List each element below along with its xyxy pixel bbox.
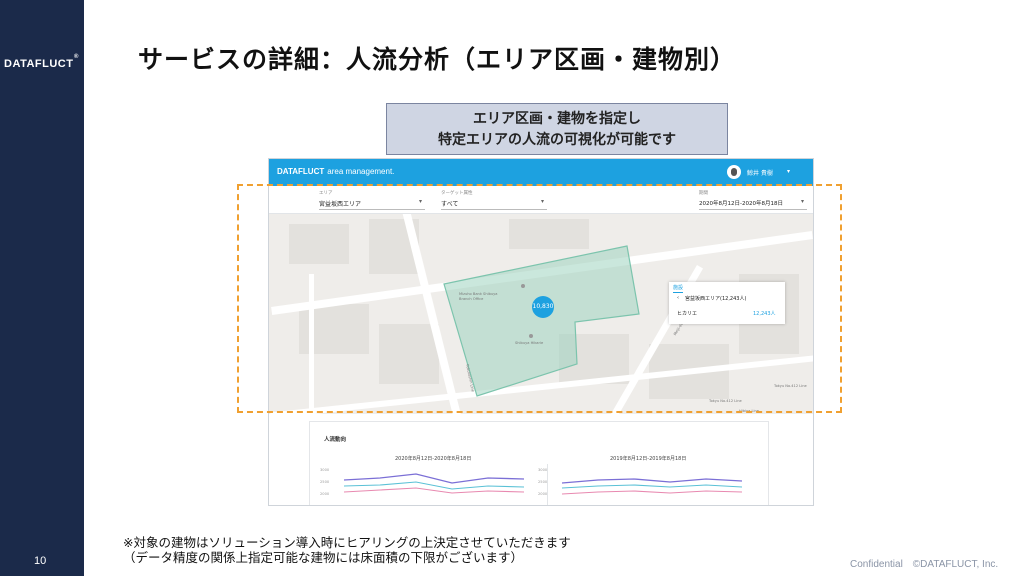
app-logo-brand: DATAFLUCT (277, 167, 325, 176)
logo-text: DATAFLUCT (4, 58, 74, 70)
trend-line-left-purple (343, 473, 525, 484)
confidential-label: Confidential ©DATAFLUCT, Inc. (850, 559, 999, 570)
highlight-frame (237, 184, 842, 413)
callout-line-1: エリア区画・建物を指定し (473, 111, 641, 127)
footnote: ※対象の建物はソリューション導入時にヒアリングの上決定させていただきます （デー… (123, 535, 571, 565)
footnote-line-1: ※対象の建物はソリューション導入時にヒアリングの上決定させていただきます (123, 535, 571, 550)
user-avatar[interactable] (727, 165, 741, 179)
y-tick-label: 2000 (320, 492, 330, 496)
y-tick-label: 2500 (320, 480, 330, 484)
callout-box: エリア区画・建物を指定し 特定エリアの人流の可視化が可能です (386, 103, 728, 155)
people-trend-section: 人流動向 2020年8月12日-2020年8月18日 2019年8月12日-20… (309, 421, 769, 505)
trend-line-right-teal (561, 484, 743, 489)
logo-trademark: ® (74, 54, 79, 60)
user-name[interactable]: 鯨井 貴樹 (747, 168, 773, 177)
dataflut-logo: DATAFLUCT ® (0, 50, 84, 76)
y-tick-label: 3000 (538, 468, 548, 472)
app-header: DATAFLUCT area management. 鯨井 貴樹 ▾ (269, 159, 813, 186)
user-menu-chevron-down-icon[interactable]: ▾ (787, 168, 790, 175)
page-number: 10 (34, 555, 47, 567)
y-tick-label: 2500 (538, 480, 548, 484)
footnote-line-2: （データ精度の関係上指定可能な建物には床面積の下限がございます） (123, 550, 524, 565)
trend-line-right-purple (561, 478, 743, 484)
app-logo[interactable]: DATAFLUCT area management. (277, 167, 394, 176)
callout-line-2: 特定エリアの人流の可視化が可能です (438, 132, 676, 148)
trend-line-left-pink (343, 487, 525, 494)
trend-line-left-teal (343, 481, 525, 490)
slide-title: サービスの詳細：人流分析（エリア区画・建物別） (138, 45, 737, 74)
y-tick-label: 3000 (320, 468, 330, 472)
slide-sidebar: DATAFLUCT ® 10 (0, 0, 84, 576)
trend-line-charts: 3000 2500 2000 3000 2500 2000 (320, 468, 743, 496)
trend-line-right-pink (561, 490, 743, 495)
y-tick-label: 2000 (538, 492, 548, 496)
app-product-name: area management. (327, 167, 395, 176)
